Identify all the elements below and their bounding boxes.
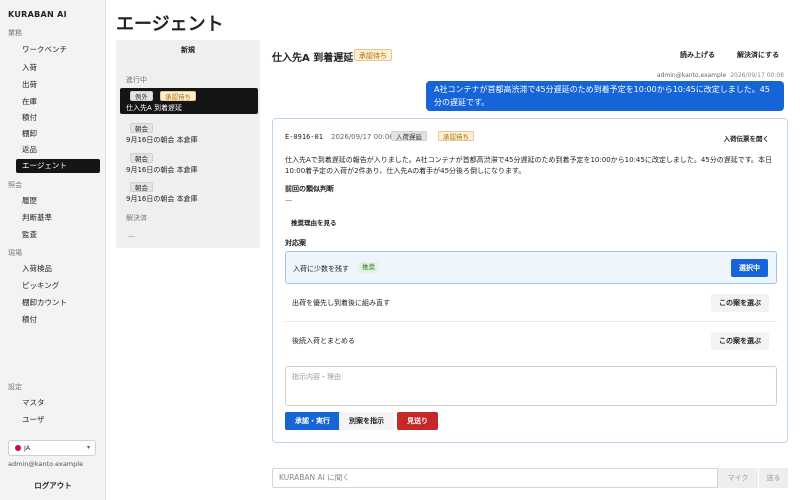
section-label-field: 現場 [8,249,22,257]
user-email: admin@kanto.example [8,460,84,468]
sidebar-item-master[interactable]: マスタ [16,396,100,410]
open-inbound-slip-button[interactable]: 入荷伝票を開く [724,133,770,143]
message-meta: admin@kanto.example 2026/09/17 00:06 [657,72,784,79]
sidebar-item-picking[interactable]: ピッキング [16,279,100,293]
read-aloud-button[interactable]: 読み上げる [680,50,715,60]
instruction-reason-input[interactable]: 指示内容・理由 [285,366,777,406]
sidebar-item-putaway[interactable]: 積付 [16,111,100,125]
japan-flag-icon [15,445,21,451]
card-id: E-0916-01 [285,133,323,141]
conversation-title: 仕入先A 到着遅延 [272,53,354,64]
mark-resolved-button[interactable]: 解決済にする [737,50,779,60]
reject-button[interactable]: 見送り [397,412,438,430]
option-label: 出荷を優先し到着後に組み直す [292,299,390,307]
sidebar-item-criteria[interactable]: 判断基準 [16,211,100,225]
list-item-title: 9月16日の朝会 本倉庫 [126,166,198,174]
choose-option-button[interactable]: この案を選ぶ [711,332,769,350]
language-value: JA [24,444,31,452]
tag-morning-meeting: 朝会 [130,182,153,192]
sidebar-item-returns[interactable]: 返品 [16,143,100,157]
sidebar-item-stocktake-count[interactable]: 棚卸カウント [16,296,100,310]
sidebar-item-audit[interactable]: 監査 [16,228,100,242]
resolved-empty: — [128,232,135,240]
exception-card: E-0916-01 2026/09/17 00:06 入荷遅延 承認待ち 入荷伝… [272,118,788,443]
prior-judgment-label: 前回の類似判断 [285,185,334,193]
list-item-title: 仕入先A 到着遅延 [126,104,183,112]
chat-input[interactable]: KURABAN AI に聞く [272,468,718,488]
chevron-down-icon: ▾ [86,444,90,451]
choose-option-button[interactable]: この案を選ぶ [711,294,769,312]
user-message-bubble: A社コンテナが首都高渋滞で45分遅延のため到着予定を10:00から10:45に改… [426,81,784,111]
show-reason-button[interactable]: 推奨理由を見る [291,217,337,227]
list-item[interactable]: 朝会 9月16日の朝会 本倉庫 [120,150,258,176]
sidebar-item-agent[interactable]: エージェント [16,159,100,173]
approve-execute-button[interactable]: 承認・実行 [285,412,340,430]
option-selected-button[interactable]: 選択中 [731,259,768,277]
new-conversation-button[interactable]: 新規 [116,45,260,55]
option-row[interactable]: 出荷を優先し到着後に組み直す この案を選ぶ [285,288,777,318]
option-row[interactable]: 後続入荷とまとめる この案を選ぶ [285,326,777,356]
sidebar: KURABAN AI 業務 ワークベンチ 入荷 出荷 在庫 積付 棚卸 返品 エ… [0,0,106,500]
section-label-settings: 設定 [8,383,22,391]
list-item-title: 9月16日の朝会 本倉庫 [126,195,198,203]
conversation-list: 新規 進行中 例外 承認待ち 仕入先A 到着遅延 朝会 9月16日の朝会 本倉庫… [116,40,260,248]
option-label: 入荷に少数を残す [293,265,349,273]
tag-morning-meeting: 朝会 [130,123,153,133]
mic-button[interactable]: マイク [718,468,758,488]
option-label: 後続入荷とまとめる [292,337,355,345]
list-item[interactable]: 例外 承認待ち 仕入先A 到着遅延 [120,88,258,114]
sidebar-item-outbound[interactable]: 出荷 [16,78,100,92]
status-badge: 承認待ち [354,49,392,61]
card-body: 仕入先Aで到着遅延の報告が入りました。A社コンテナが首都高渋滞で45分遅延のため… [285,156,773,175]
sidebar-item-inbound-inspection[interactable]: 入荷検品 [16,262,100,276]
in-progress-label: 進行中 [126,76,147,84]
prior-judgment-value: — [285,196,292,204]
sidebar-item-workbench[interactable]: ワークベンチ [16,43,100,57]
message-timestamp: 2026/09/17 00:06 [730,72,784,79]
tag-pending: 承認待ち [438,131,474,141]
tag-morning-meeting: 朝会 [130,153,153,163]
language-select[interactable]: JA ▾ [8,440,96,456]
message-author: admin@kanto.example [656,72,727,79]
card-timestamp: 2026/09/17 00:06 [331,133,394,141]
send-button[interactable]: 送る [758,468,788,488]
brand-logo: KURABAN AI [8,10,67,19]
sidebar-item-inbound[interactable]: 入荷 [16,61,100,75]
sidebar-item-inventory[interactable]: 在庫 [16,95,100,109]
sidebar-item-stocktake[interactable]: 棚卸 [16,127,100,141]
tag-inbound-delay: 入荷遅延 [391,131,427,141]
alternative-instruction-button[interactable]: 別案を指示 [339,412,394,430]
options-label: 対応案 [285,239,306,247]
option-row-selected[interactable]: 入荷に少数を残す 推奨 選択中 [285,251,777,284]
list-item-title: 9月16日の朝会 本倉庫 [126,136,198,144]
recommended-badge: 推奨 [358,262,379,273]
sidebar-item-users[interactable]: ユーザ [16,413,100,427]
tag-pending: 承認待ち [160,91,196,101]
sidebar-item-history[interactable]: 履歴 [16,194,100,208]
list-item[interactable]: 朝会 9月16日の朝会 本倉庫 [120,120,258,146]
tag-exception: 例外 [130,91,153,101]
list-item[interactable]: 朝会 9月16日の朝会 本倉庫 [120,179,258,205]
section-label-operations: 業務 [8,29,22,37]
sidebar-item-field-putaway[interactable]: 積付 [16,313,100,327]
section-label-inquiry: 照会 [8,181,22,189]
option-divider [285,321,777,322]
resolved-label: 解決済 [126,214,147,222]
page-title: エージェント [116,14,224,35]
logout-button[interactable]: ログアウト [0,480,106,491]
